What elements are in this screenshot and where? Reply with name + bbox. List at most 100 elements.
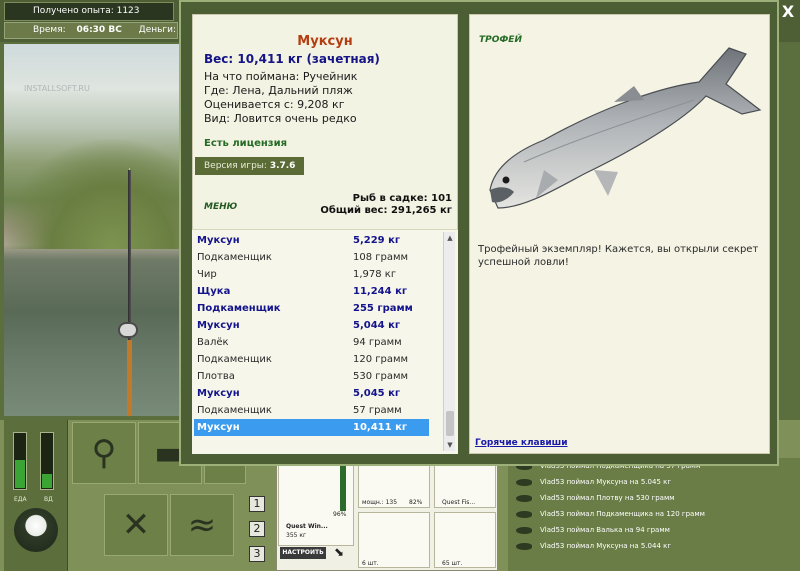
fish-list-row[interactable]: Плотва 530 грамм [194,368,429,385]
fishing-scene[interactable]: INSTALLSOFT.RU [4,44,184,416]
rod-durability-bar [340,465,346,511]
chat-log: Vlad53 поймал Подкаменщика на 57 грамм V… [508,458,800,571]
fish-icon [516,479,532,486]
slot-button-2[interactable]: 2 [249,521,265,537]
bait-count: 65 шт. [442,560,463,567]
fish-row-name: Подкаменщик [197,303,281,314]
fish-list-row[interactable]: Подкаменщик 57 грамм [194,402,429,419]
fish-row-weight: 530 грамм [353,371,409,382]
fish-row-name: Подкаменщик [197,252,272,263]
version-badge: Версия игры: 3.7.6 [195,157,304,175]
fish-list-row[interactable]: Чир 1,978 кг [194,266,429,283]
food-meter [13,432,27,490]
fish-row-name: Муксун [197,320,240,331]
fish-row-name: Муксун [197,388,240,399]
fish-row-name: Валёк [197,337,229,348]
food-meter-label: ЕДА [14,496,27,503]
fish-list-row[interactable]: Муксун 5,229 кг [194,232,429,249]
rod-weight: 355 кг [286,532,307,539]
fish-row-weight: 94 грамм [353,337,402,348]
xp-text: Получено опыта: 1123 [33,6,140,16]
chat-text: Vlad53 поймал Муксуна на 5.044 кг [540,542,672,550]
chat-line: Vlad53 поймал Плотву на 530 грамм [508,490,800,506]
xp-panel: Получено опыта: 1123 [4,2,174,21]
scroll-down-icon[interactable]: ▼ [444,439,456,451]
rod-percent: 96% [333,511,347,518]
chat-line: Vlad53 поймал Валька на 94 грамм [508,522,800,538]
fish-list-row[interactable]: Подкаменщик 120 грамм [194,351,429,368]
line-name: Quest Fis... [442,499,476,506]
version-label: Версия игры: [204,161,267,171]
fish-row-weight: 57 грамм [353,405,402,416]
slot-button-1[interactable]: 1 [249,496,265,512]
fish-row-name: Плотва [197,371,235,382]
trophy-message: Трофейный экземпляр! Кажется, вы открыли… [478,244,759,268]
reel-power: мощн.: 135 [362,499,398,506]
slot-button-3[interactable]: 3 [249,546,265,562]
arrow-icon: ⬊ [334,545,345,559]
chat-line: Vlad53 поймал Подкаменщика на 120 грамм [508,506,800,522]
reel-percent: 82% [409,499,423,506]
fish-row-weight: 120 грамм [353,354,409,365]
setup-button[interactable]: НАСТРОИТЬ [280,547,326,559]
location-info: Где: Лена, Дальний пляж [204,84,353,97]
fish-list-row[interactable]: Подкаменщик 255 грамм [194,300,429,317]
fish-row-weight: 108 грамм [353,252,409,263]
fish-row-weight: 5,229 кг [353,235,401,246]
fish-row-name: Чир [197,269,217,280]
bait-info: На что поймана: Ручейник [204,70,358,83]
fish-weight: Вес: 10,411 кг (зачетная) [204,52,380,66]
hooks-count: 6 шт. [362,560,379,567]
vodka-meter-fill [42,474,52,488]
time-value: 06:30 ВС [76,25,122,35]
cage-weight: Общий вес: 291,265 кг [320,205,452,216]
list-scrollbar[interactable]: ▲ ▼ [443,232,455,451]
close-icon[interactable]: X [778,2,798,22]
fish-list-row-selected[interactable]: Муксун 10,411 кг [194,419,429,436]
money-label: Деньги: [138,25,177,35]
fish-list-row[interactable]: Муксун 5,044 кг [194,317,429,334]
fish-list-row[interactable]: Валёк 94 грамм [194,334,429,351]
fish-row-weight: 11,244 кг [353,286,408,297]
chat-text: Vlad53 поймал Валька на 94 грамм [540,526,670,534]
fish-row-name: Щука [197,286,231,297]
vodka-meter [40,432,54,490]
chat-text: Vlad53 поймал Плотву на 530 грамм [540,494,675,502]
watermark: INSTALLSOFT.RU [24,84,90,93]
fish-name: Муксун [297,34,353,49]
fish-icon[interactable]: ≈ [170,494,234,556]
info-panel: Время: 06:30 ВС Деньги: 27 [4,22,178,39]
fish-image [489,47,762,209]
fish-list-row[interactable]: Подкаменщик 108 грамм [194,249,429,266]
fish-row-weight: 255 грамм [353,303,413,314]
food-pot-icon[interactable] [14,508,58,552]
version-value: 3.7.6 [269,161,296,171]
fish-icon [516,495,532,502]
scroll-up-icon[interactable]: ▲ [444,232,456,244]
hotkeys-link[interactable]: Горячие клавиши [475,438,568,448]
fish-icon [516,527,532,534]
fish-icon [516,511,532,518]
cage-count: Рыб в садке: 101 [352,193,452,204]
hill [4,139,184,249]
food-meter-fill [15,460,25,488]
scroll-thumb[interactable] [446,411,454,436]
fish-list[interactable]: Муксун 5,229 кг Подкаменщик 108 грамм Чир 1,9… [194,232,429,436]
fish-row-weight: 10,411 кг [353,422,408,433]
chat-line: Vlad53 поймал Муксуна на 5.044 кг [508,538,800,554]
rod-tool-icon[interactable]: ⚲ [72,422,136,484]
fish-row-weight: 5,045 кг [353,388,401,399]
rarity-info: Вид: Ловится очень редко [204,112,357,125]
fish-row-name: Муксун [197,235,240,246]
estimate-info: Оценивается с: 9,208 кг [204,98,345,111]
vodka-meter-label: ВД [44,496,53,503]
chat-line: Vlad53 поймал Муксуна на 5.045 кг [508,474,800,490]
fork-knife-icon[interactable]: ✕ [104,494,168,556]
fish-list-row[interactable]: Муксун 5,045 кг [194,385,429,402]
fish-row-weight: 5,044 кг [353,320,401,331]
fish-row-name: Подкаменщик [197,354,272,365]
menu-button[interactable]: МЕНЮ [204,202,237,212]
fish-row-name: Муксун [197,422,240,433]
fish-list-row[interactable]: Щука 11,244 кг [194,283,429,300]
cage-summary: Рыб в садке: 101 Общий вес: 291,265 кг [300,193,452,217]
